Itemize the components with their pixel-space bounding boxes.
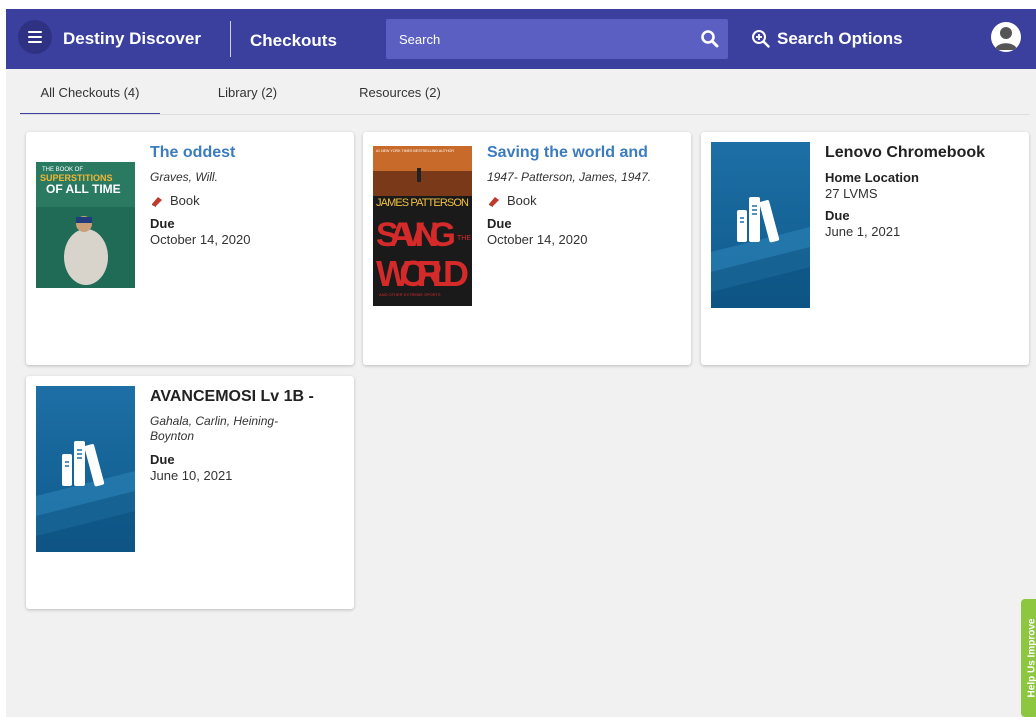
due-date: June 10, 2021 <box>150 468 233 483</box>
tab-library[interactable]: Library (2) <box>200 79 295 115</box>
tabs-divider <box>20 114 1030 115</box>
zoom-in-icon <box>752 30 770 48</box>
checkout-card: #1 NEW YORK TIMES BESTSELLING AUTHOR JAM… <box>363 132 691 365</box>
home-location-label: Home Location <box>825 170 919 185</box>
hamburger-icon <box>28 31 42 43</box>
cover-text: OF ALL TIME <box>46 182 121 196</box>
section-title: Checkouts <box>250 31 337 50</box>
card-info: Saving the world and 1947- Patterson, Ja… <box>487 144 687 254</box>
item-format: Book <box>150 193 350 208</box>
checkout-card: AVANCEMOSI Lv 1B - Gahala, Carlin, Heini… <box>26 376 354 609</box>
cover-text: JAMES PATTERSON <box>376 197 469 209</box>
book-cover[interactable]: THE BOOK OF SUPERSTITIONS OF ALL TIME <box>36 162 135 288</box>
due-date: October 14, 2020 <box>150 232 251 247</box>
cover-text: THE <box>457 235 471 242</box>
due-label: Due <box>825 208 850 223</box>
due-date: June 1, 2021 <box>825 224 901 239</box>
item-title: Lenovo Chromebook <box>825 144 986 161</box>
resource-cover-art <box>36 386 135 552</box>
cover-text: AND OTHER EXTREME SPORTS <box>379 292 441 297</box>
due-label: Due <box>150 452 175 467</box>
checkout-card: Lenovo Chromebook Home Location 27 LVMS … <box>701 132 1029 365</box>
help-us-improve-tab[interactable]: Help Us Improve <box>1021 599 1036 717</box>
app-title[interactable]: Destiny Discover <box>63 29 201 49</box>
home-location-value: 27 LVMS <box>825 186 878 201</box>
due-label: Due <box>487 216 512 231</box>
search-options-button[interactable]: Search Options <box>751 29 903 49</box>
book-cover-art: THE BOOK OF SUPERSTITIONS OF ALL TIME <box>36 162 135 288</box>
book-cover[interactable]: #1 NEW YORK TIMES BESTSELLING AUTHOR JAM… <box>373 146 472 306</box>
item-author: 1947- Patterson, James, 1947. <box>487 170 652 184</box>
book-icon <box>489 196 499 207</box>
book-icon <box>152 196 162 207</box>
item-title-link[interactable]: The oddest <box>150 144 350 162</box>
search-icon[interactable] <box>700 29 720 49</box>
resource-cover[interactable] <box>36 386 135 552</box>
due-label: Due <box>150 216 175 231</box>
item-title: AVANCEMOSI Lv 1B - <box>150 388 314 405</box>
card-info: AVANCEMOSI Lv 1B - Gahala, Carlin, Heini… <box>150 388 350 490</box>
search-options-label: Search Options <box>777 29 903 48</box>
due-date: October 14, 2020 <box>487 232 588 247</box>
user-avatar[interactable] <box>991 22 1021 52</box>
cover-text: WORLD <box>376 253 469 294</box>
tab-all-checkouts[interactable]: All Checkouts (4) <box>20 79 160 115</box>
tab-resources[interactable]: Resources (2) <box>350 79 450 115</box>
cover-text: #1 NEW YORK TIMES BESTSELLING AUTHOR <box>376 149 454 153</box>
header-divider <box>230 21 231 57</box>
menu-button[interactable] <box>18 20 52 54</box>
item-format-label: Book <box>170 193 200 208</box>
item-title-link[interactable]: Saving the world and <box>487 144 687 162</box>
cover-text: SAVING <box>376 216 456 254</box>
item-author: Graves, Will. <box>150 170 218 184</box>
checkout-card: THE BOOK OF SUPERSTITIONS OF ALL TIME Th… <box>26 132 354 365</box>
help-tab-label: Help Us Improve <box>1026 618 1036 698</box>
top-bar: Destiny Discover Checkouts Search Option… <box>6 9 1036 69</box>
card-info: The oddest Graves, Will. Book Due Octobe… <box>150 144 350 254</box>
search-input[interactable] <box>386 19 686 59</box>
item-format: Book <box>487 193 687 208</box>
search-box <box>386 19 728 59</box>
app-frame: Destiny Discover Checkouts Search Option… <box>6 9 1036 717</box>
resource-cover-art <box>711 142 810 308</box>
resource-cover[interactable] <box>711 142 810 308</box>
card-info: Lenovo Chromebook Home Location 27 LVMS … <box>825 144 1025 246</box>
item-format-label: Book <box>507 193 537 208</box>
item-author: Gahala, Carlin, Heining-Boynton <box>150 414 279 443</box>
book-cover-art: #1 NEW YORK TIMES BESTSELLING AUTHOR JAM… <box>373 146 472 306</box>
user-icon <box>995 27 1017 50</box>
